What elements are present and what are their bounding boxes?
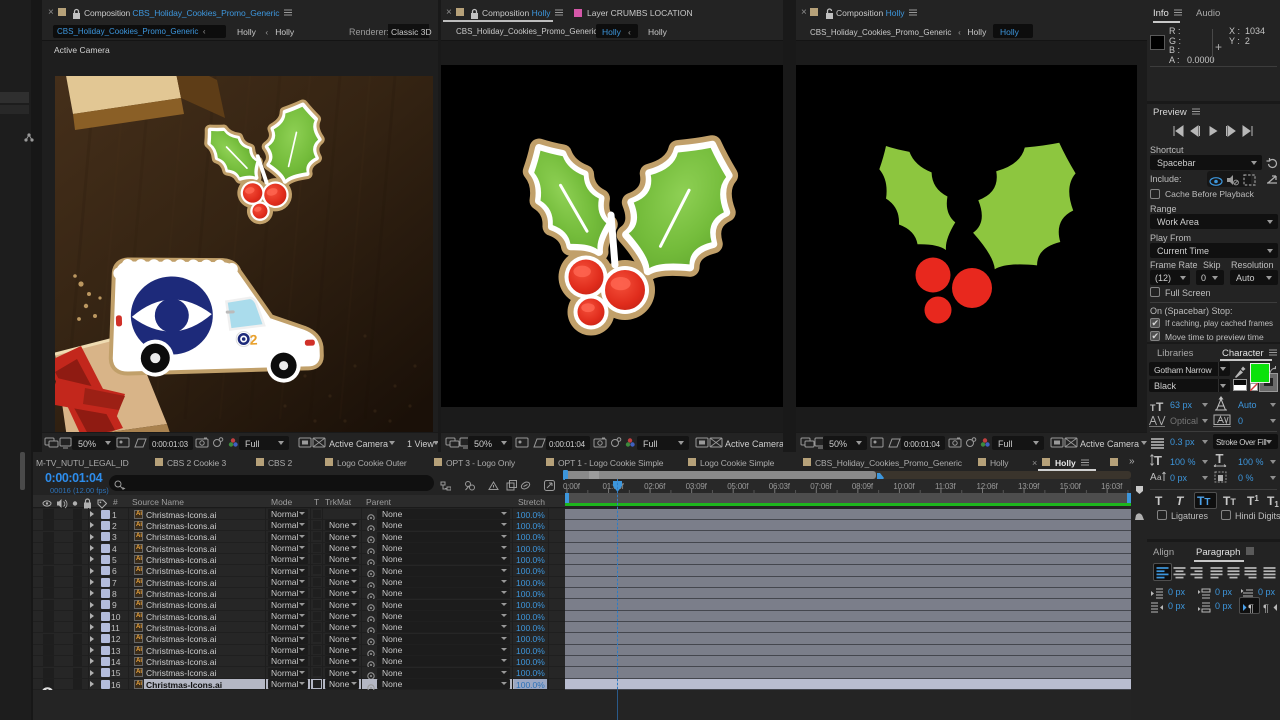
svg-text:a: a [1157, 473, 1162, 482]
svg-text:T: T [1216, 453, 1224, 466]
svg-text:¶: ¶ [1263, 603, 1269, 613]
svg-text:2: 2 [249, 332, 258, 348]
svg-text:¶: ¶ [1248, 603, 1254, 613]
svg-text:A: A [1150, 472, 1157, 483]
svg-text:T: T [1156, 400, 1164, 412]
svg-text:T: T [1154, 453, 1162, 467]
